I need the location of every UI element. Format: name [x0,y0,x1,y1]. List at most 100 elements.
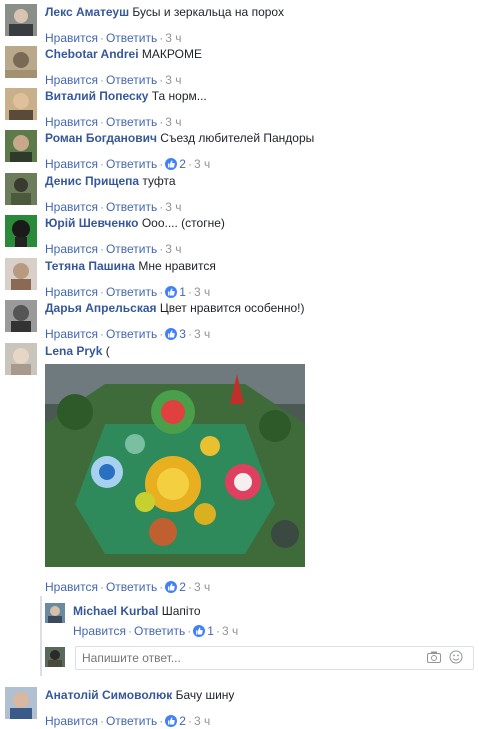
comment-author[interactable]: Michael Kurbal [73,604,158,618]
comment-author[interactable]: Лекс Аматеуш [45,5,129,19]
reply-button[interactable]: Ответить [106,580,157,594]
comment-actions: Нравится · Ответить · 2 · 3 ч [45,156,314,172]
reply-button[interactable]: Ответить [106,285,157,299]
like-count[interactable]: 3 [179,327,186,341]
comment-time[interactable]: 3 ч [165,200,181,214]
comment-author[interactable]: Роман Богданович [45,131,157,145]
reply-button[interactable]: Ответить [106,714,157,728]
avatar[interactable] [5,130,37,162]
reply-button[interactable]: Ответить [106,31,157,45]
separator: · [215,624,220,638]
comment-time[interactable]: 3 ч [194,580,210,594]
avatar[interactable] [5,258,37,290]
separator: · [99,327,104,341]
like-button[interactable]: Нравится [45,242,98,256]
separator: · [99,157,104,171]
comment-time[interactable]: 3 ч [165,242,181,256]
like-count[interactable]: 2 [179,714,186,728]
separator: · [99,580,104,594]
reply-button[interactable]: Ответить [106,200,157,214]
like-button[interactable]: Нравится [45,327,98,341]
like-button[interactable]: Нравится [45,115,98,129]
comment-text: туфта [142,174,176,188]
avatar[interactable] [5,173,37,205]
reply-button[interactable]: Ответить [134,624,185,638]
separator: · [99,714,104,728]
like-count[interactable]: 2 [179,580,186,594]
separator: · [187,624,192,638]
separator: · [99,242,104,256]
comment-actions: Нравится · Ответить · 3 ч [45,241,225,257]
comment-time[interactable]: 3 ч [165,115,181,129]
reply-input[interactable] [80,650,404,666]
separator: · [159,157,164,171]
like-count[interactable]: 2 [179,157,186,171]
comment-author[interactable]: Виталий Попеску [45,89,148,103]
avatar[interactable] [5,687,37,719]
comment-time[interactable]: 3 ч [194,327,210,341]
reply-button[interactable]: Ответить [106,242,157,256]
separator: · [187,714,192,728]
like-button[interactable]: Нравится [45,31,98,45]
thumbs-up-icon [193,625,206,637]
thumbs-up-icon [165,715,178,727]
separator: · [159,327,164,341]
comment-text: МАКРОМЕ [141,47,202,61]
comment-author[interactable]: Lena Pryk [45,344,102,358]
comment-text: Ооо.... (стогне) [141,216,225,230]
avatar[interactable] [5,343,37,375]
reply-button[interactable]: Ответить [106,73,157,87]
reply-button[interactable]: Ответить [106,327,157,341]
like-button[interactable]: Нравится [45,285,98,299]
comment-author[interactable]: Юрій Шевченко [45,216,138,230]
smiley-icon[interactable] [449,650,463,667]
separator: · [99,285,104,299]
avatar[interactable] [5,215,37,247]
comment-text: Шапіто [161,604,201,618]
comment-time[interactable]: 3 ч [194,157,210,171]
comment-actions: Нравится · Ответить · 3 · 3 ч [45,326,305,342]
comment-actions: Нравится · Ответить · 3 ч [45,114,207,130]
separator: · [127,624,132,638]
avatar[interactable] [5,4,37,36]
camera-icon[interactable] [427,651,441,666]
comment-actions: Нравится · Ответить · 1 · 3 ч [73,623,238,639]
comment-time[interactable]: 3 ч [194,714,210,728]
avatar[interactable] [5,88,37,120]
avatar[interactable] [5,46,37,78]
avatar[interactable] [5,300,37,332]
comment-author[interactable]: Тетяна Пашина [45,259,135,273]
comment-actions: Нравится · Ответить · 1 · 3 ч [45,284,216,300]
comment-time[interactable]: 3 ч [165,31,181,45]
avatar[interactable] [45,603,65,623]
separator: · [99,115,104,129]
reply-button[interactable]: Ответить [106,115,157,129]
comment-time[interactable]: 3 ч [194,285,210,299]
comment-author[interactable]: Дарья Апрельская [45,301,157,315]
comment-text: Бусы и зеркальца на порох [132,5,284,19]
comment-photo[interactable] [45,364,305,567]
like-count[interactable]: 1 [179,285,186,299]
comment-author[interactable]: Анатолій Симоволюк [45,688,172,702]
like-button[interactable]: Нравится [45,200,98,214]
comment-actions: Нравится · Ответить · 3 ч [45,72,202,88]
thumbs-up-icon [165,328,178,340]
like-button[interactable]: Нравится [45,714,98,728]
like-button[interactable]: Нравится [45,157,98,171]
like-button[interactable]: Нравится [45,580,98,594]
like-count[interactable]: 1 [207,624,214,638]
reply-button[interactable]: Ответить [106,157,157,171]
comment-time[interactable]: 3 ч [222,624,238,638]
comment-time[interactable]: 3 ч [165,73,181,87]
thumbs-up-icon [165,158,178,170]
like-button[interactable]: Нравится [45,73,98,87]
separator: · [187,285,192,299]
comment-author[interactable]: Chebotar Andrei [45,47,139,61]
like-button[interactable]: Нравится [73,624,126,638]
reply-input-box[interactable] [75,646,474,670]
separator: · [187,580,192,594]
separator: · [187,327,192,341]
comment-author[interactable]: Денис Прищепа [45,174,139,188]
separator: · [159,580,164,594]
separator: · [187,157,192,171]
